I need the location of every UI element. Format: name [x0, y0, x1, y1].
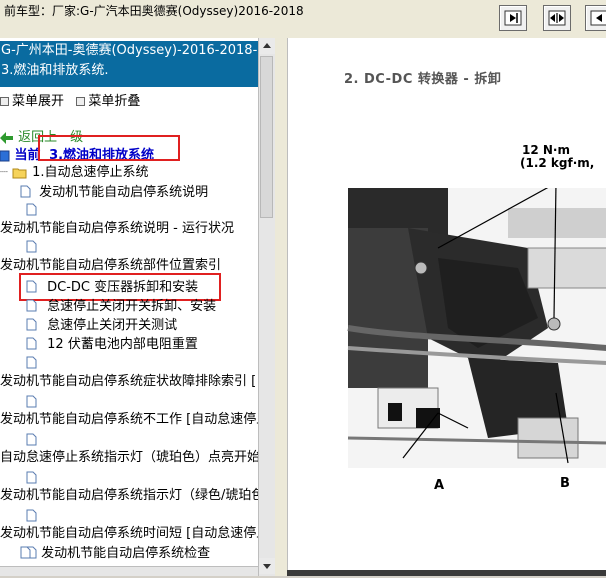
section-title: 2. DC-DC 转换器 - 拆卸: [344, 72, 502, 87]
path-header-line1: G-广州本田-奥德赛(Odyssey)-2016-2018-: [1, 43, 258, 58]
tree-item-7[interactable]: 怠速停止关闭开关拆卸、安装: [26, 297, 216, 315]
horizontal-scrollbar[interactable]: [0, 566, 258, 576]
expand-right-button[interactable]: [499, 5, 527, 31]
document-icon: [26, 471, 37, 484]
collapse-icon: [76, 97, 86, 106]
torque-spec-value: 12 N·m: [522, 143, 570, 157]
navigation-panel: G-广州本田-奥德赛(Odyssey)-2016-2018- 3.燃油和排放系统…: [0, 38, 259, 576]
expand-both-button[interactable]: [543, 5, 571, 31]
tree-item-21[interactable]: 发动机节能自动启停系统检查: [20, 544, 210, 562]
scroll-thumb[interactable]: [260, 56, 273, 218]
tree-item-10[interactable]: [26, 354, 37, 372]
document-icon: [26, 240, 37, 253]
expand-icon: [0, 97, 9, 106]
collapse-left-button[interactable]: [585, 5, 606, 31]
current-icon: [0, 150, 10, 161]
tree-folder-auto-idle-stop[interactable]: ┈ 1.自动怠速停止系统: [0, 164, 149, 182]
menu-row: 菜单展开 菜单折叠: [0, 90, 140, 110]
document-icon: [20, 546, 31, 559]
title-bar: 前车型：厂家:G-广汽本田奥德赛(Odyssey)2016-2018: [0, 0, 606, 39]
tree-item-16[interactable]: [26, 469, 37, 487]
highlight-box-current: [38, 135, 180, 161]
tree-item-2[interactable]: [26, 201, 37, 219]
expand-both-icon: [548, 10, 566, 26]
panel-divider[interactable]: [275, 38, 287, 576]
folder-icon: [12, 168, 27, 178]
document-icon: [26, 318, 37, 331]
bottom-strip: [287, 570, 606, 576]
path-header-line2: 3.燃油和排放系统.: [1, 63, 109, 78]
document-icon: [26, 203, 37, 216]
path-header: G-广州本田-奥德赛(Odyssey)-2016-2018- 3.燃油和排放系统…: [0, 41, 258, 87]
callout-a: A: [434, 478, 445, 493]
document-icon: [26, 356, 37, 369]
scroll-down-button[interactable]: [259, 558, 275, 574]
menu-collapse-button[interactable]: 菜单折叠: [76, 94, 140, 109]
tree-item-1[interactable]: 发动机节能自动启停系统说明: [20, 183, 208, 201]
tree-item-19[interactable]: 发动机节能自动启停系统时间短 [自动怠速停止: [0, 525, 258, 543]
torque-spec-kgf: (1.2 kgf·m,: [520, 156, 595, 170]
menu-expand-button[interactable]: 菜单展开: [0, 94, 64, 109]
tree-item-15[interactable]: 自动怠速停止系统指示灯（琥珀色）点亮开始终: [0, 449, 258, 467]
expand-right-icon: [504, 10, 522, 26]
vertical-scrollbar[interactable]: [258, 38, 275, 576]
tree-item-11[interactable]: 发动机节能自动启停系统症状故障排除索引 [自: [0, 373, 258, 391]
dcdc-converter-illustration: [347, 188, 606, 468]
document-icon: [20, 185, 31, 198]
scroll-up-button[interactable]: [259, 38, 275, 54]
tree-item-9[interactable]: 12 伏蓄电池内部电阻重置: [26, 335, 198, 353]
chevron-down-icon: [263, 564, 271, 569]
document-icon: [26, 433, 37, 446]
back-arrow-icon: [0, 131, 13, 144]
window-title: 前车型：厂家:G-广汽本田奥德赛(Odyssey)2016-2018: [4, 4, 304, 18]
tree-item-8[interactable]: 怠速停止关闭开关测试: [26, 316, 177, 334]
document-viewer: 2. DC-DC 转换器 - 拆卸 12 N·m (1.2 kgf·m, A B: [287, 38, 606, 576]
document-icon: [26, 509, 37, 522]
tree-item-3[interactable]: 发动机节能自动启停系统说明 - 运行状况: [0, 220, 234, 238]
tree-item-14[interactable]: [26, 431, 37, 449]
callout-b: B: [560, 476, 570, 491]
tree-item-18[interactable]: [26, 507, 37, 525]
tree-item-4[interactable]: [26, 238, 37, 256]
tree-item-13[interactable]: 发动机节能自动启停系统不工作 [自动怠速停止: [0, 411, 258, 429]
document-icon: [26, 395, 37, 408]
tree-item-12[interactable]: [26, 393, 37, 411]
chevron-up-icon: [263, 43, 271, 48]
collapse-left-icon: [590, 10, 606, 26]
document-icon: [26, 337, 37, 350]
document-icon: [26, 299, 37, 312]
tree-item-17[interactable]: 发动机节能自动启停系统指示灯（绿色/琥珀色: [0, 487, 258, 505]
